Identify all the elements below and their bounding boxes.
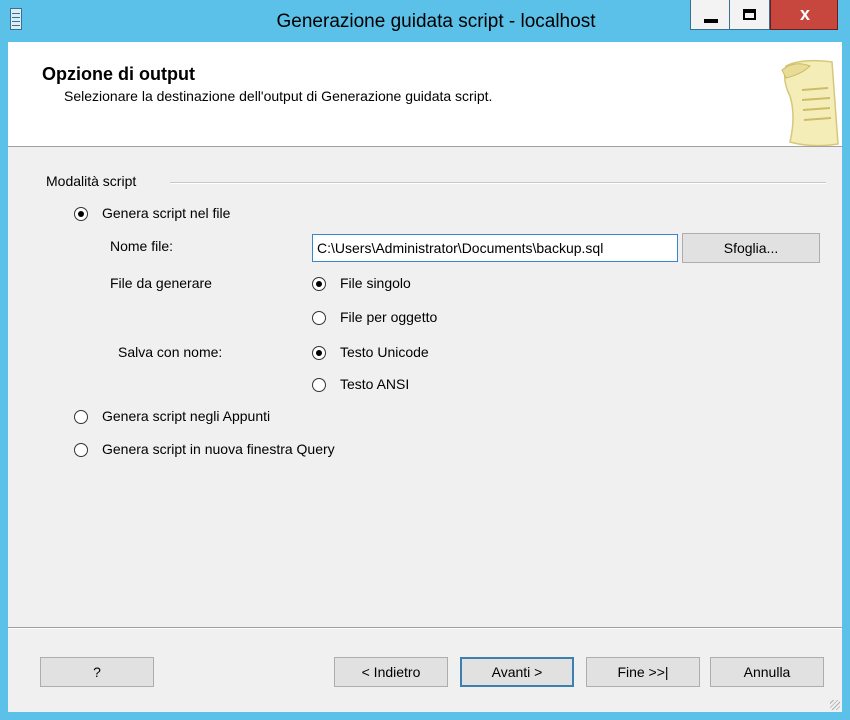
radio-generate-file-label[interactable]: Genera script nel file bbox=[102, 205, 230, 221]
close-icon: x bbox=[799, 4, 810, 24]
cancel-button[interactable]: Annulla bbox=[710, 657, 824, 687]
browse-button[interactable]: Sfoglia... bbox=[682, 233, 820, 263]
radio-single-file-label[interactable]: File singolo bbox=[340, 275, 411, 291]
file-name-input[interactable] bbox=[312, 234, 678, 262]
radio-unicode-text-label[interactable]: Testo Unicode bbox=[340, 344, 429, 360]
title-bar[interactable]: Generazione guidata script - localhost x bbox=[0, 0, 850, 42]
radio-ansi-text-label[interactable]: Testo ANSI bbox=[340, 376, 409, 392]
radio-single-file[interactable] bbox=[312, 277, 326, 291]
maximize-button[interactable] bbox=[730, 0, 770, 30]
page-title: Opzione di output bbox=[42, 64, 195, 84]
page-subtitle: Selezionare la destinazione dell'output … bbox=[64, 88, 493, 104]
radio-query-window-label[interactable]: Genera script in nuova finestra Query bbox=[102, 441, 335, 457]
help-button[interactable]: ? bbox=[40, 657, 154, 687]
file-name-label: Nome file: bbox=[110, 238, 174, 254]
files-to-generate-label: File da generare bbox=[110, 275, 212, 291]
footer-divider bbox=[8, 627, 842, 629]
save-as-label: Salva con nome: bbox=[118, 344, 223, 360]
dialog-client-area: Opzione di output Selezionare la destina… bbox=[8, 42, 842, 712]
wizard-header: Opzione di output Selezionare la destina… bbox=[8, 42, 842, 147]
back-button[interactable]: < Indietro bbox=[334, 657, 448, 687]
radio-file-per-object-label[interactable]: File per oggetto bbox=[340, 309, 437, 325]
radio-generate-file[interactable] bbox=[74, 207, 88, 221]
minimize-button[interactable] bbox=[690, 0, 730, 30]
resize-grip-icon[interactable] bbox=[830, 700, 840, 710]
minimize-icon bbox=[704, 19, 718, 23]
radio-ansi-text[interactable] bbox=[312, 378, 326, 392]
script-mode-group-label: Modalità script bbox=[46, 173, 137, 189]
next-button[interactable]: Avanti > bbox=[460, 657, 574, 687]
radio-unicode-text[interactable] bbox=[312, 346, 326, 360]
group-divider bbox=[170, 182, 826, 184]
radio-file-per-object[interactable] bbox=[312, 311, 326, 325]
close-button[interactable]: x bbox=[770, 0, 838, 30]
wizard-window: Generazione guidata script - localhost x… bbox=[0, 0, 850, 720]
radio-clipboard-label[interactable]: Genera script negli Appunti bbox=[102, 408, 270, 424]
scroll-document-icon bbox=[781, 59, 839, 146]
radio-query-window[interactable] bbox=[74, 443, 88, 457]
radio-clipboard[interactable] bbox=[74, 410, 88, 424]
maximize-icon bbox=[743, 9, 756, 20]
finish-button[interactable]: Fine >>| bbox=[586, 657, 700, 687]
